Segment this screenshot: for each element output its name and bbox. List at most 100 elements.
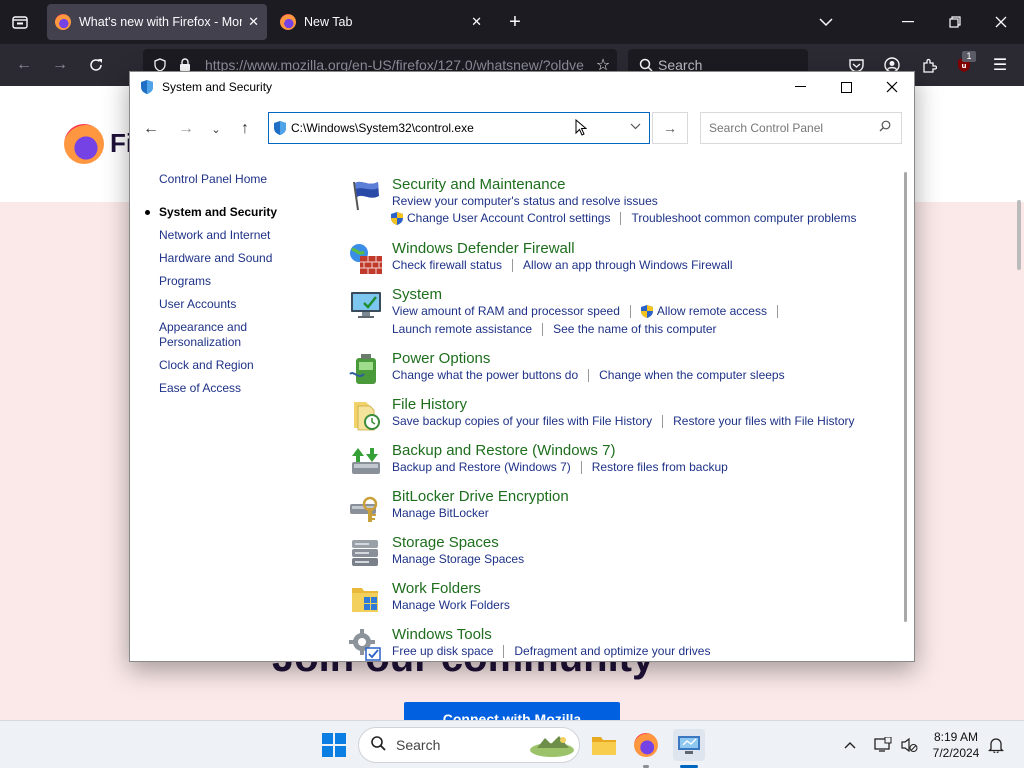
- close-icon: [886, 81, 898, 93]
- category-title[interactable]: System: [392, 286, 442, 303]
- sidebar-item-programs[interactable]: Programs: [159, 274, 329, 289]
- search-highlight-illustration-icon: [530, 736, 574, 757]
- task-link[interactable]: Change when the computer sleeps: [599, 368, 784, 382]
- task-link[interactable]: Allow remote access: [657, 304, 767, 318]
- category-title[interactable]: Windows Defender Firewall: [392, 240, 575, 257]
- sidebar-item-clock-region[interactable]: Clock and Region: [159, 358, 329, 373]
- search-control-panel-input[interactable]: Search Control Panel: [700, 112, 902, 144]
- clock-date: 7/2/2024: [932, 746, 980, 760]
- menu-icon[interactable]: ☰: [988, 54, 1012, 76]
- firefox-tab-strip: What's new with Firefox - More ✕ New Tab…: [0, 0, 1024, 44]
- minimize-icon[interactable]: [896, 10, 920, 34]
- firefox-logo-icon: [280, 14, 296, 30]
- monitor-icon: [351, 292, 381, 318]
- address-bar[interactable]: C:\Windows\System32\control.exe: [268, 112, 650, 144]
- task-link[interactable]: Free up disk space: [392, 644, 493, 658]
- task-link[interactable]: Save backup copies of your files with Fi…: [392, 414, 652, 428]
- network-icon[interactable]: [874, 721, 892, 768]
- volume-muted-icon[interactable]: [900, 721, 918, 768]
- link-separator: [588, 368, 590, 382]
- task-link[interactable]: Restore your files with File History: [673, 414, 854, 428]
- sidebar-item-appearance[interactable]: Appearance and Personalization: [159, 320, 259, 350]
- forward-icon[interactable]: →: [48, 54, 72, 76]
- tab-whats-new[interactable]: What's new with Firefox - More ✕: [47, 4, 267, 40]
- search-icon: [879, 120, 891, 135]
- task-link[interactable]: Manage Work Folders: [392, 598, 510, 612]
- up-button[interactable]: ↑: [232, 110, 258, 148]
- category-title[interactable]: Windows Tools: [392, 626, 492, 643]
- firefox-taskbar-icon[interactable]: [630, 729, 662, 761]
- uac-shield-icon: [391, 211, 403, 225]
- task-link[interactable]: Launch remote assistance: [392, 322, 532, 336]
- firefox-view-icon[interactable]: [8, 12, 32, 32]
- close-tab-icon[interactable]: ✕: [248, 14, 259, 30]
- link-separator: [629, 304, 631, 318]
- go-button[interactable]: →: [652, 112, 688, 144]
- task-link[interactable]: Troubleshoot common computer problems: [631, 211, 856, 225]
- restore-icon[interactable]: [943, 10, 967, 34]
- control-panel-taskbar-icon[interactable]: [673, 729, 705, 761]
- category-title[interactable]: Security and Maintenance: [392, 176, 565, 193]
- task-link[interactable]: Manage BitLocker: [392, 506, 489, 520]
- reload-icon[interactable]: [84, 54, 108, 76]
- task-link[interactable]: Allow an app through Windows Firewall: [523, 258, 732, 272]
- security-shield-icon: [274, 121, 286, 135]
- firefox-page-logo: [64, 124, 104, 164]
- close-tab-icon[interactable]: ✕: [471, 14, 482, 30]
- minimize-button[interactable]: [777, 72, 823, 102]
- firefox-logo-icon: [55, 14, 71, 30]
- taskbar-search-box[interactable]: Search: [358, 727, 580, 763]
- link-separator: [512, 258, 514, 272]
- category-title[interactable]: Storage Spaces: [392, 534, 499, 551]
- task-link[interactable]: Review your computer's status and resolv…: [392, 194, 658, 208]
- task-link[interactable]: View amount of RAM and processor speed: [392, 304, 620, 318]
- sidebar-item-network[interactable]: Network and Internet: [159, 228, 329, 243]
- sidebar-item-home[interactable]: Control Panel Home: [159, 172, 329, 187]
- page-scrollbar[interactable]: [1017, 200, 1021, 270]
- close-window-icon[interactable]: [989, 10, 1013, 34]
- arrow-right-icon: →: [663, 120, 677, 136]
- tab-new-tab[interactable]: New Tab ✕: [272, 4, 490, 40]
- task-link[interactable]: Restore files from backup: [592, 460, 728, 474]
- taskbar: Search 8:19 AM 7/2/2024: [0, 720, 1024, 768]
- title-bar[interactable]: System and Security: [130, 72, 914, 102]
- link-separator: [542, 322, 544, 336]
- maximize-button[interactable]: [823, 72, 869, 102]
- file-explorer-icon[interactable]: [588, 729, 620, 761]
- sidebar-item-user-accounts[interactable]: User Accounts: [159, 297, 329, 312]
- category-title[interactable]: Power Options: [392, 350, 490, 367]
- forward-button[interactable]: →: [173, 110, 199, 148]
- file-history-icon: [354, 402, 380, 431]
- minimize-icon: [794, 86, 806, 87]
- category-title[interactable]: BitLocker Drive Encryption: [392, 488, 569, 505]
- category-title[interactable]: Backup and Restore (Windows 7): [392, 442, 615, 459]
- control-panel-scrollbar[interactable]: [904, 172, 907, 622]
- task-link[interactable]: Change User Account Control settings: [407, 211, 610, 225]
- sidebar-item-hardware[interactable]: Hardware and Sound: [159, 251, 329, 266]
- back-button[interactable]: ←: [138, 110, 164, 148]
- notification-bell-icon[interactable]: [988, 721, 1004, 768]
- link-separator: [503, 644, 505, 658]
- extensions-icon[interactable]: [917, 54, 941, 76]
- show-hidden-icons-chevron-icon[interactable]: [844, 721, 856, 768]
- category-title[interactable]: File History: [392, 396, 467, 413]
- sidebar-item-ease-of-access[interactable]: Ease of Access: [159, 381, 329, 396]
- connect-button[interactable]: Connect with Mozilla: [404, 702, 620, 720]
- system-clock[interactable]: 8:19 AM 7/2/2024: [928, 729, 984, 761]
- address-dropdown-chevron-icon[interactable]: [630, 121, 641, 133]
- task-link[interactable]: Defragment and optimize your drives: [514, 644, 710, 658]
- list-tabs-icon[interactable]: [814, 10, 838, 34]
- address-text: C:\Windows\System32\control.exe: [291, 121, 474, 135]
- task-link[interactable]: See the name of this computer: [553, 322, 716, 336]
- windows-start-icon[interactable]: [322, 733, 346, 757]
- recent-locations-chevron-icon[interactable]: ⌄: [203, 110, 229, 148]
- close-button[interactable]: [869, 72, 914, 102]
- new-tab-icon[interactable]: +: [503, 10, 527, 34]
- work-folders-icon: [352, 588, 378, 612]
- task-link[interactable]: Backup and Restore (Windows 7): [392, 460, 571, 474]
- back-icon[interactable]: ←: [12, 54, 36, 76]
- task-link[interactable]: Change what the power buttons do: [392, 368, 578, 382]
- task-link[interactable]: Check firewall status: [392, 258, 502, 272]
- category-title[interactable]: Work Folders: [392, 580, 481, 597]
- task-link[interactable]: Manage Storage Spaces: [392, 552, 524, 566]
